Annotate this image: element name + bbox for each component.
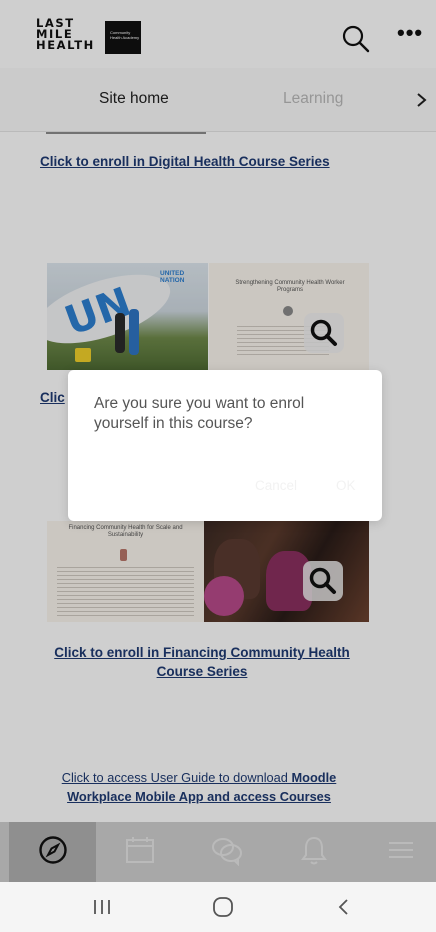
system-navigation-bar xyxy=(0,882,436,932)
cancel-button[interactable]: Cancel xyxy=(255,478,297,493)
back-icon[interactable] xyxy=(324,892,364,922)
recent-apps-icon[interactable] xyxy=(82,892,122,922)
ok-button[interactable]: OK xyxy=(336,478,356,493)
enrol-confirm-dialog: Are you sure you want to enrol yourself … xyxy=(68,370,382,521)
dialog-message: Are you sure you want to enrol yourself … xyxy=(94,395,305,432)
home-icon[interactable] xyxy=(203,892,243,922)
